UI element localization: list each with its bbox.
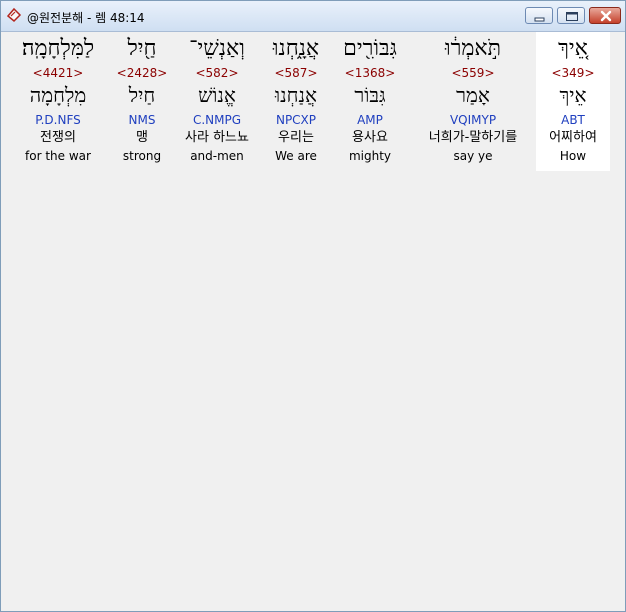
window-title: @원전분해 - 렘 48:14 bbox=[27, 11, 145, 25]
strong-number: <4421> bbox=[32, 66, 84, 80]
hebrew-lemma: מִלְחָמָה bbox=[29, 83, 87, 107]
hebrew-lemma: אֲנַחְנוּ bbox=[275, 83, 317, 107]
close-icon bbox=[600, 10, 612, 22]
parsing-code: C.NMPG bbox=[192, 113, 242, 127]
parsing-code: VQIMYP bbox=[449, 113, 497, 127]
word-column[interactable]: תֹּ֣אמְר֔וּ <559> אָמַר VQIMYP 너희가-말하기를 … bbox=[415, 32, 531, 171]
english-gloss: We are bbox=[275, 149, 317, 163]
strong-number: <559> bbox=[451, 66, 495, 80]
english-gloss: How bbox=[559, 149, 587, 163]
korean-gloss: 너희가-말하기를 bbox=[428, 130, 518, 145]
maximize-button[interactable] bbox=[557, 7, 585, 24]
strong-number: <2428> bbox=[116, 66, 168, 80]
parsing-code: P.D.NFS bbox=[35, 113, 81, 127]
korean-gloss: 사라 하느뇨 bbox=[185, 130, 249, 145]
hebrew-word: אֲנָ֑חְנוּ bbox=[272, 36, 320, 61]
parsing-code: NPCXP bbox=[275, 113, 317, 127]
hebrew-lemma: חַיִל bbox=[128, 83, 156, 107]
word-column[interactable]: אֲנָ֑חְנוּ <587> אֲנַחְנוּ NPCXP 우리는 We … bbox=[262, 32, 330, 171]
hebrew-lemma: גִּבּוֹר bbox=[354, 83, 386, 107]
english-gloss: say ye bbox=[453, 149, 493, 163]
hebrew-word: אֵ֚יךְ bbox=[558, 36, 588, 61]
korean-gloss: 어찌하여 bbox=[549, 130, 597, 145]
hebrew-lemma: אָמַר bbox=[456, 83, 490, 107]
hebrew-lemma: אֵיךְ bbox=[559, 83, 587, 107]
app-icon bbox=[6, 7, 22, 23]
word-column[interactable]: לַמִּלְחָמָֽה׃ <4421> מִלְחָמָה P.D.NFS … bbox=[6, 32, 110, 171]
hebrew-word: וְאַנְשֵׁי־ bbox=[189, 36, 245, 61]
parsing-code: NMS bbox=[128, 113, 156, 127]
maximize-icon bbox=[566, 12, 578, 21]
minimize-button[interactable] bbox=[525, 7, 553, 24]
analysis-pane[interactable]: אֵ֚יךְ <349> אֵיךְ ABT 어찌하여 How תֹּ֣אמְר… bbox=[2, 32, 624, 610]
hebrew-word: גִּבּוֹרִ֖ים bbox=[343, 36, 397, 61]
minimize-icon bbox=[534, 17, 545, 22]
korean-gloss: 우리는 bbox=[278, 130, 314, 145]
app-window: @원전분해 - 렘 48:14 אֵ֚יךְ <349> אֵיךְ ABT 어… bbox=[0, 0, 626, 612]
word-column[interactable]: גִּבּוֹרִ֖ים <1368> גִּבּוֹר AMP 용사요 mig… bbox=[332, 32, 408, 171]
word-column[interactable]: אֵ֚יךְ <349> אֵיךְ ABT 어찌하여 How bbox=[536, 32, 610, 171]
korean-gloss: 용사요 bbox=[352, 130, 388, 145]
english-gloss: and-men bbox=[190, 149, 244, 163]
word-column[interactable]: חַ֖יִל <2428> חַיִל NMS 맹 strong bbox=[112, 32, 172, 171]
english-gloss: strong bbox=[122, 149, 162, 163]
close-button[interactable] bbox=[589, 7, 621, 24]
hebrew-word: לַמִּלְחָמָֽה׃ bbox=[21, 36, 95, 61]
strong-number: <1368> bbox=[344, 66, 396, 80]
hebrew-word: חַ֖יִל bbox=[127, 36, 157, 61]
parsing-code: ABT bbox=[561, 113, 585, 127]
strong-number: <587> bbox=[274, 66, 318, 80]
korean-gloss: 맹 bbox=[136, 130, 148, 145]
word-column[interactable]: וְאַנְשֵׁי־ <582> אֱנוֹשׁ C.NMPG 사라 하느뇨 … bbox=[175, 32, 259, 171]
hebrew-word: תֹּ֣אמְר֔וּ bbox=[444, 36, 502, 61]
parsing-code: AMP bbox=[357, 113, 383, 127]
english-gloss: mighty bbox=[348, 149, 392, 163]
title-bar[interactable]: @원전분해 - 렘 48:14 bbox=[1, 1, 625, 32]
strong-number: <582> bbox=[195, 66, 239, 80]
english-gloss: for the war bbox=[25, 149, 91, 163]
hebrew-lemma: אֱנוֹשׁ bbox=[198, 83, 236, 107]
korean-gloss: 전쟁의 bbox=[40, 130, 76, 145]
strong-number: <349> bbox=[551, 66, 595, 80]
